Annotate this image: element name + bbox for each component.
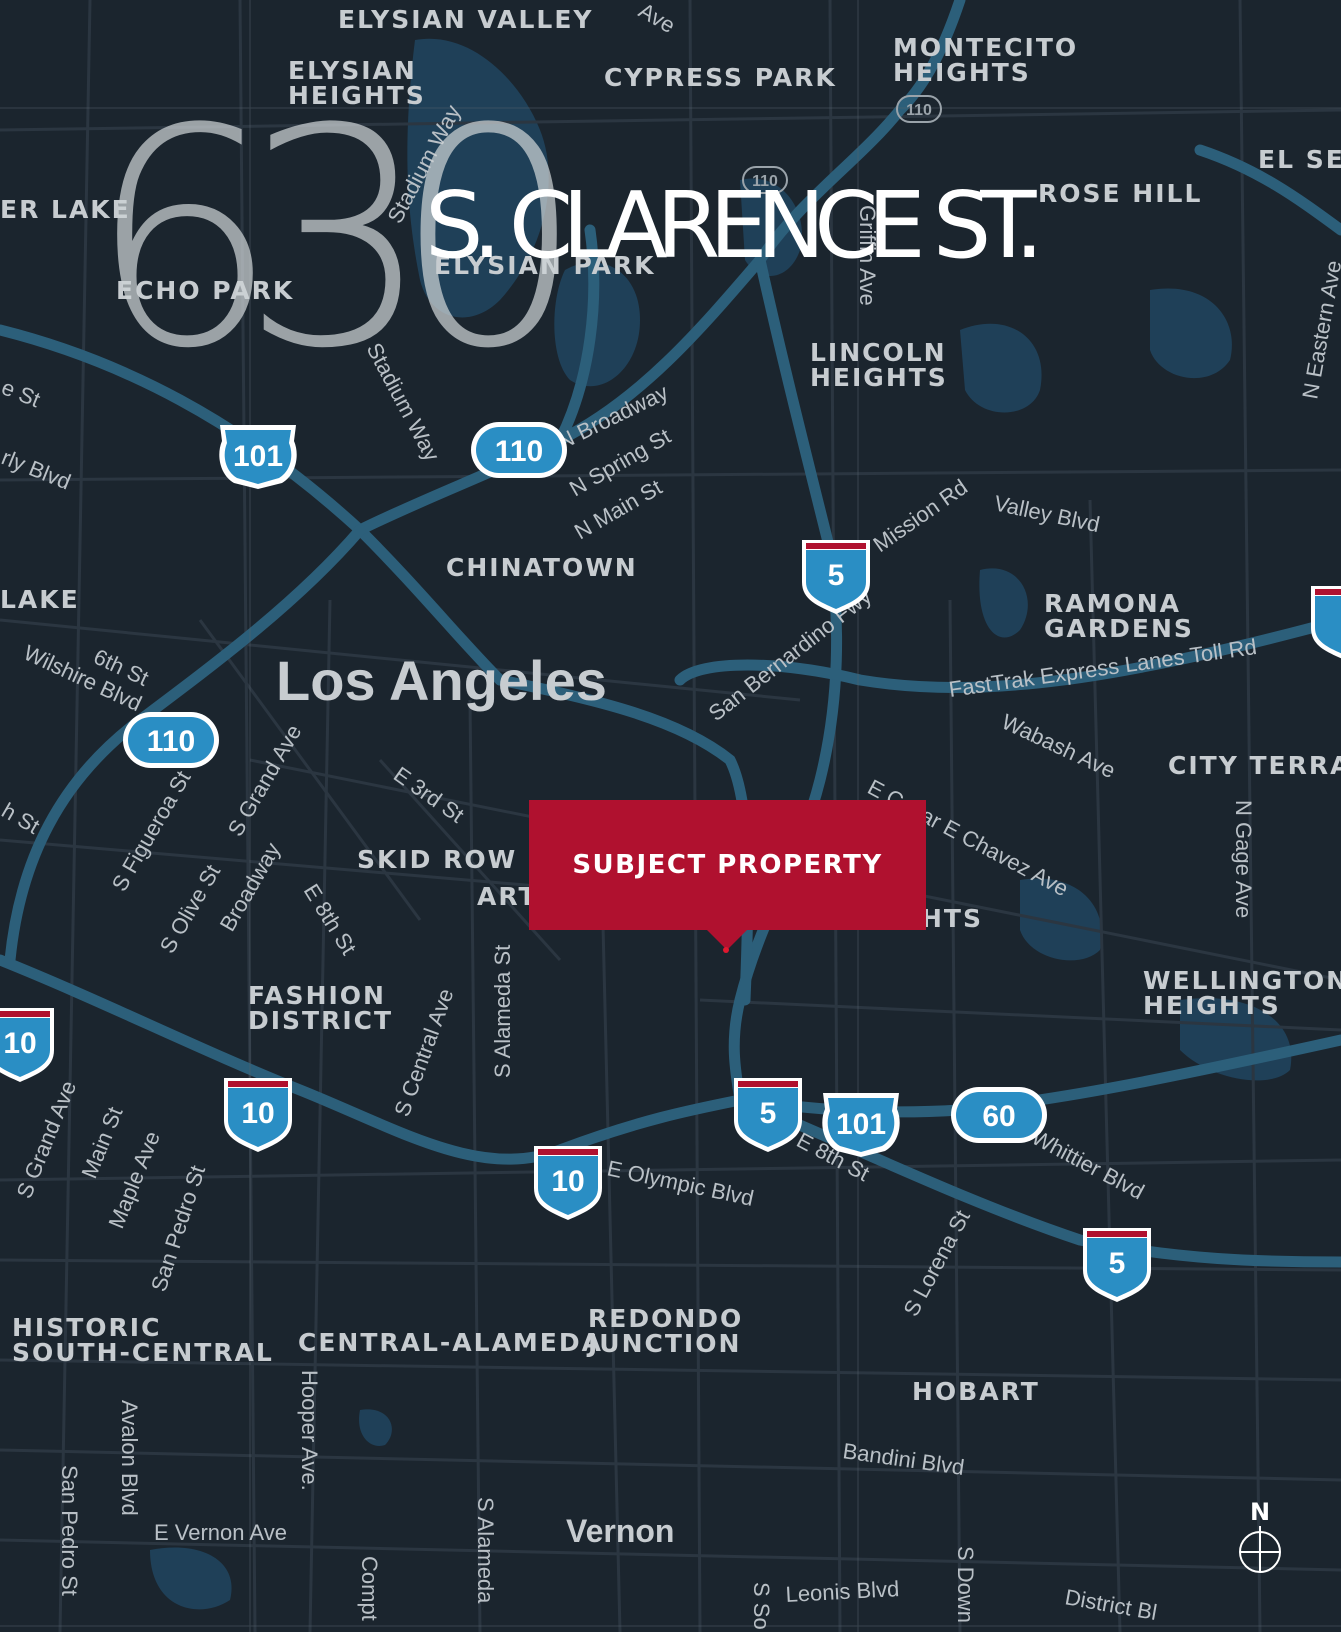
property-street: S. CLARENCE ST.: [425, 172, 1044, 279]
shield-number: 101: [836, 1108, 886, 1141]
label-san-pedro-st: San Pedro St: [57, 1465, 82, 1596]
label-hooper-ave: Hooper Ave.: [297, 1370, 322, 1491]
shield-number: 5: [760, 1097, 777, 1130]
shield-number: 10: [551, 1165, 584, 1198]
label-avalon-blvd: Avalon Blvd: [117, 1400, 142, 1516]
label-rose-hill: ROSE HILL: [1038, 179, 1202, 208]
label-s-alameda: S Alameda: [473, 1497, 498, 1604]
us-101-shield-icon: 101: [219, 425, 297, 489]
ca-110-shield-icon: 110: [123, 712, 219, 768]
label-vernon: Vernon: [566, 1513, 674, 1549]
label-compton: Compt: [357, 1556, 382, 1621]
label-ramona-gardens: RAMONA GARDENS: [1044, 589, 1194, 643]
shield-cap: [1315, 589, 1341, 595]
label-chinatown: CHINATOWN: [446, 553, 638, 582]
shield-cap: [0, 1011, 50, 1017]
shield-cap: [538, 1149, 598, 1155]
label-central-alameda: CENTRAL-ALAMEDA: [298, 1328, 603, 1357]
label-s-alameda-st: S Alameda St: [490, 945, 515, 1078]
compass: N: [1230, 1498, 1290, 1574]
label-e-vernon-ave: E Vernon Ave: [154, 1520, 287, 1545]
subject-property-callout[interactable]: SUBJECT PROPERTY: [529, 800, 926, 950]
label-hobart: HOBART: [912, 1377, 1040, 1406]
label-redondo-junction: REDONDO JUNCTION: [586, 1304, 743, 1358]
label-lincoln-heights: LINCOLN HEIGHTS: [810, 338, 948, 392]
shield-number: 110: [147, 725, 195, 758]
shield-cap: [738, 1081, 798, 1087]
ca-60-shield-icon: 60: [951, 1087, 1047, 1143]
shield-number: 5: [1109, 1247, 1126, 1280]
label-los-angeles: Los Angeles: [276, 649, 607, 712]
label-cypress-park: CYPRESS PARK: [604, 63, 837, 92]
label-elysian-valley: ELYSIAN VALLEY: [338, 5, 594, 34]
shield-cap: [1087, 1231, 1147, 1237]
shield-number: 101: [233, 440, 283, 473]
label-westlake: LAKE: [0, 585, 80, 614]
label-boyle-heights: HTS: [921, 904, 983, 933]
shield-cap: [806, 543, 866, 549]
subject-property-label: SUBJECT PROPERTY: [572, 850, 883, 880]
shield-number: 10: [241, 1097, 274, 1130]
label-el-sereno: EL SE: [1258, 145, 1341, 174]
shield-number: 5: [828, 559, 845, 592]
shield-cap: [228, 1081, 288, 1087]
ca-110-shield-icon: 110: [471, 422, 567, 478]
shield-number: 110: [906, 102, 932, 119]
label-s-soto: S So: [749, 1582, 774, 1630]
label-city-terrace: CITY TERRA: [1168, 751, 1341, 780]
label-skid-row: SKID ROW: [357, 845, 517, 874]
compass-icon: [1239, 1526, 1281, 1573]
label-fashion-district: FASHION DISTRICT: [248, 981, 393, 1035]
shield-number: 110: [495, 435, 543, 468]
label-n-gage-ave: N Gage Ave: [1231, 800, 1256, 918]
us-101-shield-icon: 101: [822, 1093, 900, 1157]
subject-property-pin[interactable]: [723, 947, 729, 953]
shield-number: 10: [3, 1027, 36, 1060]
label-s-downey: S Down: [953, 1546, 978, 1623]
shield-number: 60: [982, 1100, 1015, 1133]
